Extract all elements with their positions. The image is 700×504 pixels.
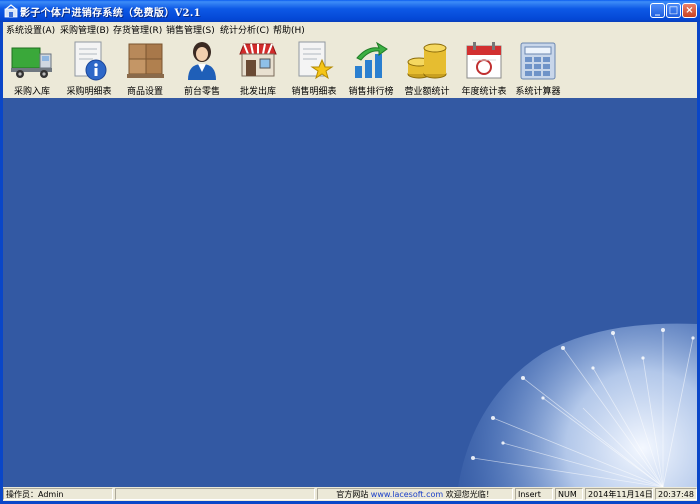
cashier-person-icon [188, 42, 216, 80]
menu-system-settings[interactable]: 系统设置(A) [6, 23, 55, 36]
status-bar: 操作员：Admin 官方网站 www.lacesoft.com 欢迎您光临！ I… [3, 487, 697, 501]
tool-sales-ranking[interactable]: 销售排行榜 [342, 38, 400, 98]
menu-sales-management[interactable]: 销售管理(S) [166, 23, 215, 36]
tool-wholesale[interactable]: 批发出库 [229, 38, 287, 98]
star-document-icon [298, 41, 334, 80]
toolbar: 采购入库 采购明细表 商品设置 前台零售 批发出库 销售明细表 销售排行榜 营业… [3, 36, 697, 99]
status-insert-mode: Insert [515, 488, 553, 500]
menu-inventory-management[interactable]: 存货管理(R) [113, 23, 162, 36]
tool-label: 批发出库 [239, 87, 276, 97]
status-date: 2014年11月14日 [585, 488, 653, 500]
maximize-button[interactable]: □ [666, 3, 681, 18]
title-bar[interactable]: 影子个体户进销存系统（免费版）V2.1 _ □ × [0, 0, 700, 22]
status-operator: 操作员：Admin [3, 488, 113, 500]
welcome-text: 欢迎您光临！ [445, 490, 494, 499]
calendar-icon [466, 42, 502, 79]
tool-retail[interactable]: 前台零售 [173, 38, 231, 98]
tool-annual-stats[interactable]: 年度统计表 [455, 38, 513, 98]
tool-label: 销售明细表 [291, 87, 337, 97]
tool-label: 前台零售 [183, 87, 220, 97]
tool-label: 采购入库 [13, 87, 50, 97]
close-button[interactable]: × [682, 3, 697, 18]
site-label: 官方网站 [336, 490, 369, 499]
status-num-lock: NUM [555, 488, 583, 500]
tool-label: 销售排行榜 [348, 87, 394, 97]
store-icon [239, 43, 277, 77]
tool-label: 采购明细表 [66, 87, 112, 97]
tool-label: 年度统计表 [461, 87, 507, 97]
status-website: 官方网站 www.lacesoft.com 欢迎您光临！ [317, 488, 513, 500]
menu-statistics[interactable]: 统计分析(C) [220, 23, 269, 36]
menu-bar: 系统设置(A) 采购管理(B) 存货管理(R) 销售管理(S) 统计分析(C) … [3, 22, 697, 36]
boxes-icon [127, 43, 164, 78]
calculator-icon [520, 42, 556, 80]
status-time: 20:37:48 ... [655, 488, 697, 500]
app-icon [4, 4, 18, 18]
truck-icon [11, 47, 52, 78]
menu-purchase-management[interactable]: 采购管理(B) [60, 23, 109, 36]
tool-calculator[interactable]: 系统计算器 [509, 38, 567, 98]
coins-icon [407, 43, 447, 79]
bar-chart-arrow-icon [355, 41, 388, 78]
tool-product-settings[interactable]: 商品设置 [116, 38, 174, 98]
main-window: 影子个体户进销存系统（免费版）V2.1 _ □ × 系统设置(A) 采购管理(B… [0, 0, 700, 504]
tool-purchase-in[interactable]: 采购入库 [3, 38, 61, 98]
website-link[interactable]: www.lacesoft.com [371, 490, 443, 499]
info-document-icon [74, 41, 107, 81]
tool-label: 营业额统计 [404, 87, 450, 97]
menu-help[interactable]: 帮助(H) [273, 23, 305, 36]
tool-label: 系统计算器 [515, 87, 561, 97]
main-workspace [3, 98, 697, 487]
status-empty-panel [115, 488, 315, 500]
dandelion-background-image [458, 323, 697, 487]
window-title: 影子个体户进销存系统（免费版）V2.1 [20, 8, 201, 19]
tool-revenue-stats[interactable]: 营业额统计 [398, 38, 456, 98]
minimize-button[interactable]: _ [650, 3, 665, 18]
tool-purchase-detail[interactable]: 采购明细表 [60, 38, 118, 98]
tool-label: 商品设置 [126, 87, 163, 97]
tool-sales-detail[interactable]: 销售明细表 [285, 38, 343, 98]
